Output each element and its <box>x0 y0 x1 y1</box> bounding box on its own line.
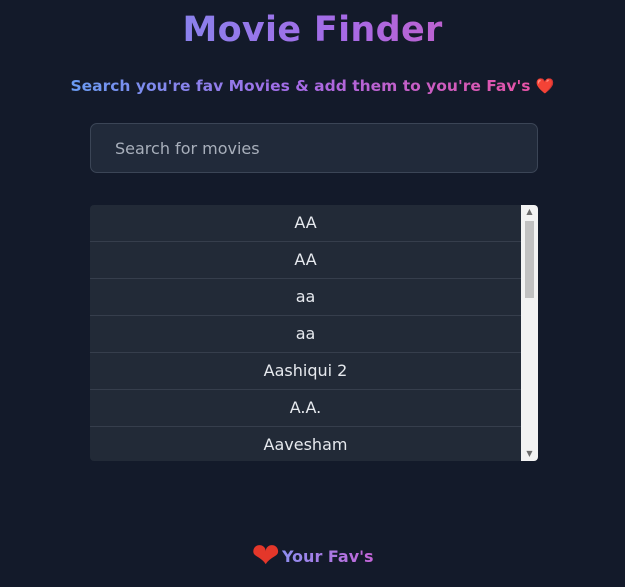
scroll-thumb[interactable] <box>525 221 534 298</box>
heart-emoji-icon: ❤️ <box>535 77 555 95</box>
heart-icon: ❤ <box>251 536 280 576</box>
movie-finder-app: Movie Finder Search you're fav Movies & … <box>0 0 625 587</box>
result-item[interactable]: aa <box>90 279 521 316</box>
favorites-label[interactable]: Your Fav's <box>282 547 374 566</box>
result-item[interactable]: aa <box>90 316 521 353</box>
results-list: AA AA aa aa Aashiqui 2 A.A. Aavesham <box>90 205 521 461</box>
subtitle-text: Search you're fav Movies & add them to y… <box>70 77 531 95</box>
page-subtitle: Search you're fav Movies & add them to y… <box>0 77 625 95</box>
scroll-up-arrow-icon[interactable]: ▲ <box>521 205 538 219</box>
favorites-section[interactable]: ❤ Your Fav's <box>0 539 625 573</box>
search-input[interactable] <box>90 123 538 173</box>
results-scrollbar[interactable]: ▲ ▼ <box>521 205 538 461</box>
result-item[interactable]: A.A. <box>90 390 521 427</box>
search-results[interactable]: AA AA aa aa Aashiqui 2 A.A. Aavesham ▲ ▼ <box>90 205 538 461</box>
result-item[interactable]: Aashiqui 2 <box>90 353 521 390</box>
scroll-down-arrow-icon[interactable]: ▼ <box>521 447 538 461</box>
page-title: Movie Finder <box>0 10 625 50</box>
result-item[interactable]: AA <box>90 205 521 242</box>
result-item[interactable]: AA <box>90 242 521 279</box>
result-item[interactable]: Aavesham <box>90 427 521 461</box>
